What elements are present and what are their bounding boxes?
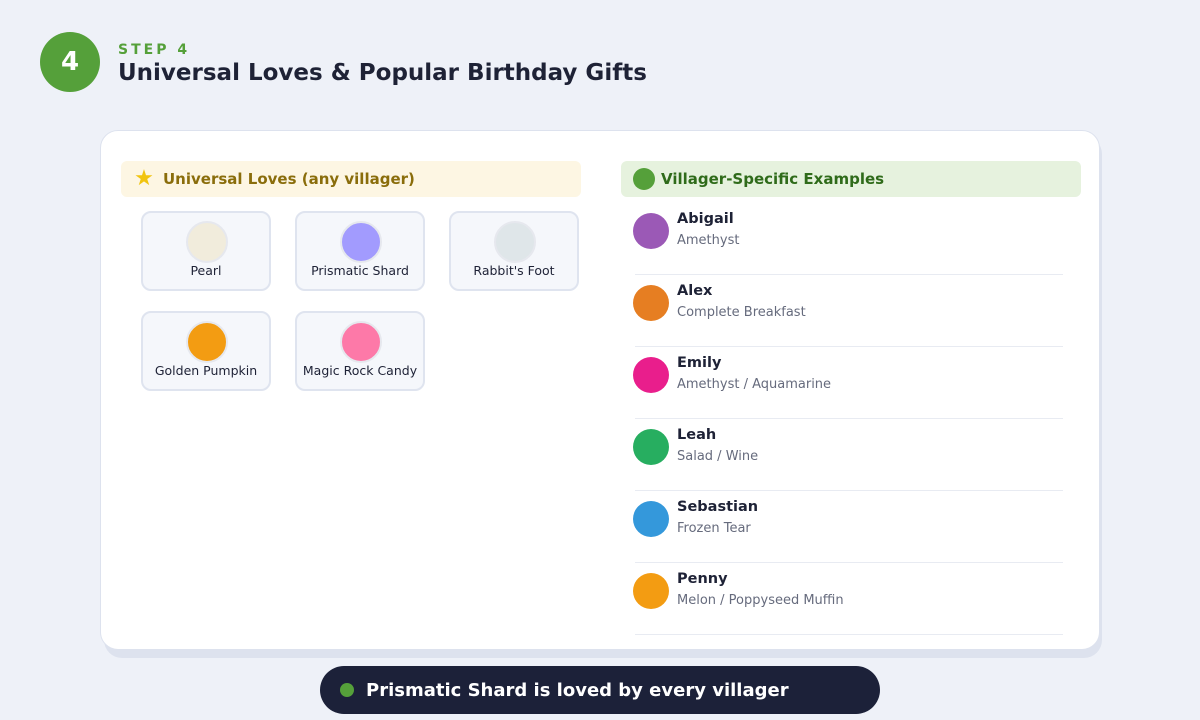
- star-icon: ★: [134, 166, 154, 191]
- villager-avatar: [633, 357, 669, 393]
- villager-name: Abigail: [677, 211, 734, 227]
- villager-name: Penny: [677, 571, 728, 587]
- villager-row: Emily Amethyst / Aquamarine: [633, 347, 1063, 419]
- gift-name: Rabbit's Foot: [473, 263, 555, 278]
- villager-avatar: [633, 501, 669, 537]
- gift-tile: Pearl: [141, 211, 271, 291]
- villager-gift: Amethyst: [677, 233, 740, 248]
- gift-tile: Golden Pumpkin: [141, 311, 271, 391]
- villager-avatar: [633, 213, 669, 249]
- gift-tile: Prismatic Shard: [295, 211, 425, 291]
- villager-name: Leah: [677, 427, 717, 443]
- footer-text: Prismatic Shard is loved by every villag…: [366, 679, 789, 701]
- villager-avatar: [633, 573, 669, 609]
- universal-loves-title: Universal Loves (any villager): [163, 170, 415, 188]
- universal-loves-header: ★ Universal Loves (any villager): [121, 161, 581, 197]
- villager-name: Sebastian: [677, 499, 759, 515]
- gift-color-swatch: [186, 221, 228, 263]
- content-card: ★ Universal Loves (any villager) Pearl Pr…: [100, 130, 1100, 650]
- villager-row: Leah Salad / Wine: [633, 419, 1063, 491]
- villager-row: Penny Melon / Poppyseed Muffin: [633, 563, 1063, 635]
- villager-row: Sebastian Frozen Tear: [633, 491, 1063, 563]
- villager-gift: Melon / Poppyseed Muffin: [677, 593, 844, 608]
- gift-name: Prismatic Shard: [311, 263, 409, 278]
- green-dot-icon: [633, 168, 655, 190]
- step-label: STEP 4: [118, 42, 191, 58]
- gift-color-swatch: [340, 221, 382, 263]
- gift-name: Magic Rock Candy: [302, 363, 418, 378]
- gift-name: Golden Pumpkin: [154, 363, 258, 378]
- villager-gift: Frozen Tear: [677, 521, 751, 536]
- villager-gift: Amethyst / Aquamarine: [677, 377, 832, 392]
- gift-tile: Rabbit's Foot: [449, 211, 579, 291]
- villager-gift: Complete Breakfast: [677, 305, 806, 320]
- page-title: Universal Loves & Popular Birthday Gifts: [118, 60, 647, 86]
- gift-color-swatch: [494, 221, 536, 263]
- villager-list: Abigail Amethyst Alex Complete Breakfast Emi…: [633, 203, 1063, 635]
- footer-callout: Prismatic Shard is loved by every villag…: [320, 666, 880, 714]
- green-dot-icon: [340, 683, 354, 697]
- villager-examples-header: Villager-Specific Examples: [621, 161, 1081, 197]
- villager-examples-title: Villager-Specific Examples: [661, 170, 885, 188]
- gift-tile: Magic Rock Candy: [295, 311, 425, 391]
- villager-avatar: [633, 285, 669, 321]
- villager-name: Emily: [677, 355, 722, 371]
- gift-color-swatch: [340, 321, 382, 363]
- gift-color-swatch: [186, 321, 228, 363]
- villager-avatar: [633, 429, 669, 465]
- villager-row: Alex Complete Breakfast: [633, 275, 1063, 347]
- step-number-badge: 4: [40, 32, 100, 92]
- villager-row: Abigail Amethyst: [633, 203, 1063, 275]
- villager-gift: Salad / Wine: [677, 449, 759, 464]
- gift-name: Pearl: [190, 263, 222, 278]
- villager-name: Alex: [677, 283, 713, 299]
